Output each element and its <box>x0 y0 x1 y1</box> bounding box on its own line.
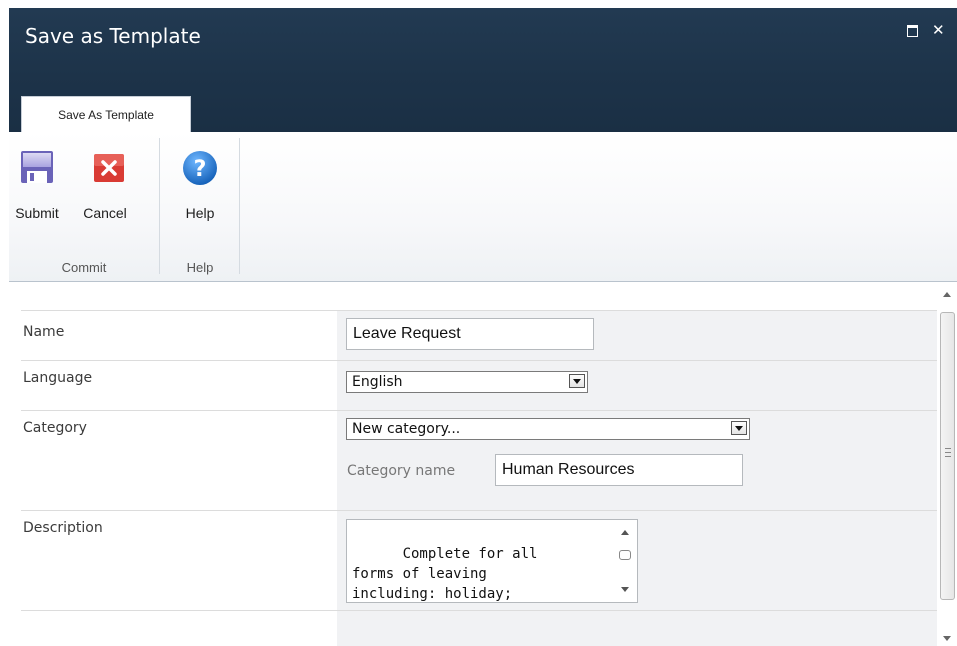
chevron-down-icon[interactable] <box>569 374 585 388</box>
page-scrollbar[interactable] <box>937 282 957 646</box>
description-textarea[interactable]: Complete for all forms of leaving includ… <box>346 519 638 603</box>
group-label-help: Help <box>186 260 214 275</box>
submit-button[interactable]: Submit <box>9 150 65 230</box>
row-divider <box>21 510 937 511</box>
row-divider <box>21 310 937 311</box>
scroll-thumb[interactable] <box>940 312 955 600</box>
help-button[interactable]: ? Help <box>167 150 233 230</box>
row-divider <box>21 410 937 411</box>
category-name-input[interactable]: Human Resources <box>495 454 743 486</box>
tab-label: Save As Template <box>58 108 154 122</box>
tab-save-as-template[interactable]: Save As Template <box>21 96 191 132</box>
ribbon: Submit Cancel Commit ? Help Help <box>9 132 957 282</box>
cancel-icon <box>94 154 124 182</box>
language-select[interactable]: English <box>346 371 588 393</box>
group-divider <box>239 138 240 274</box>
row-divider <box>21 360 937 361</box>
cancel-label: Cancel <box>83 205 127 221</box>
language-selected: English <box>352 374 403 390</box>
dialog-title: Save as Template <box>25 24 201 48</box>
scroll-down-icon[interactable] <box>943 636 951 641</box>
save-as-template-dialog: Save as Template ✕ Save As Template Subm… <box>9 8 957 646</box>
name-label: Name <box>23 324 65 340</box>
title-bar: Save as Template ✕ Save As Template <box>9 8 957 132</box>
cancel-button[interactable]: Cancel <box>65 150 145 230</box>
description-label: Description <box>23 520 103 536</box>
name-input[interactable]: Leave Request <box>346 318 594 350</box>
save-icon <box>21 151 53 183</box>
scroll-thumb-icon[interactable] <box>619 550 631 560</box>
description-text: Complete for all forms of leaving includ… <box>352 546 538 602</box>
group-divider <box>159 138 160 274</box>
form-area: Name Leave Request Language English Cate… <box>9 282 957 646</box>
language-label: Language <box>23 370 93 386</box>
group-label-commit: Commit <box>61 260 107 275</box>
chevron-down-icon[interactable] <box>731 421 747 435</box>
row-divider <box>21 610 937 611</box>
scroll-up-icon[interactable] <box>943 292 951 297</box>
help-glyph: ? <box>194 157 207 182</box>
close-icon[interactable]: ✕ <box>932 23 946 38</box>
help-label: Help <box>185 205 215 221</box>
help-icon: ? <box>183 151 217 185</box>
grip-icon <box>945 448 951 457</box>
scroll-down-icon[interactable] <box>621 587 629 592</box>
category-selected: New category... <box>352 421 461 437</box>
category-select[interactable]: New category... <box>346 418 750 440</box>
textarea-scrollbar[interactable] <box>615 520 637 602</box>
category-name-label: Category name <box>347 463 456 479</box>
scroll-up-icon[interactable] <box>621 530 629 535</box>
maximize-icon[interactable] <box>906 23 920 37</box>
submit-label: Submit <box>15 205 59 221</box>
category-label: Category <box>23 420 87 436</box>
